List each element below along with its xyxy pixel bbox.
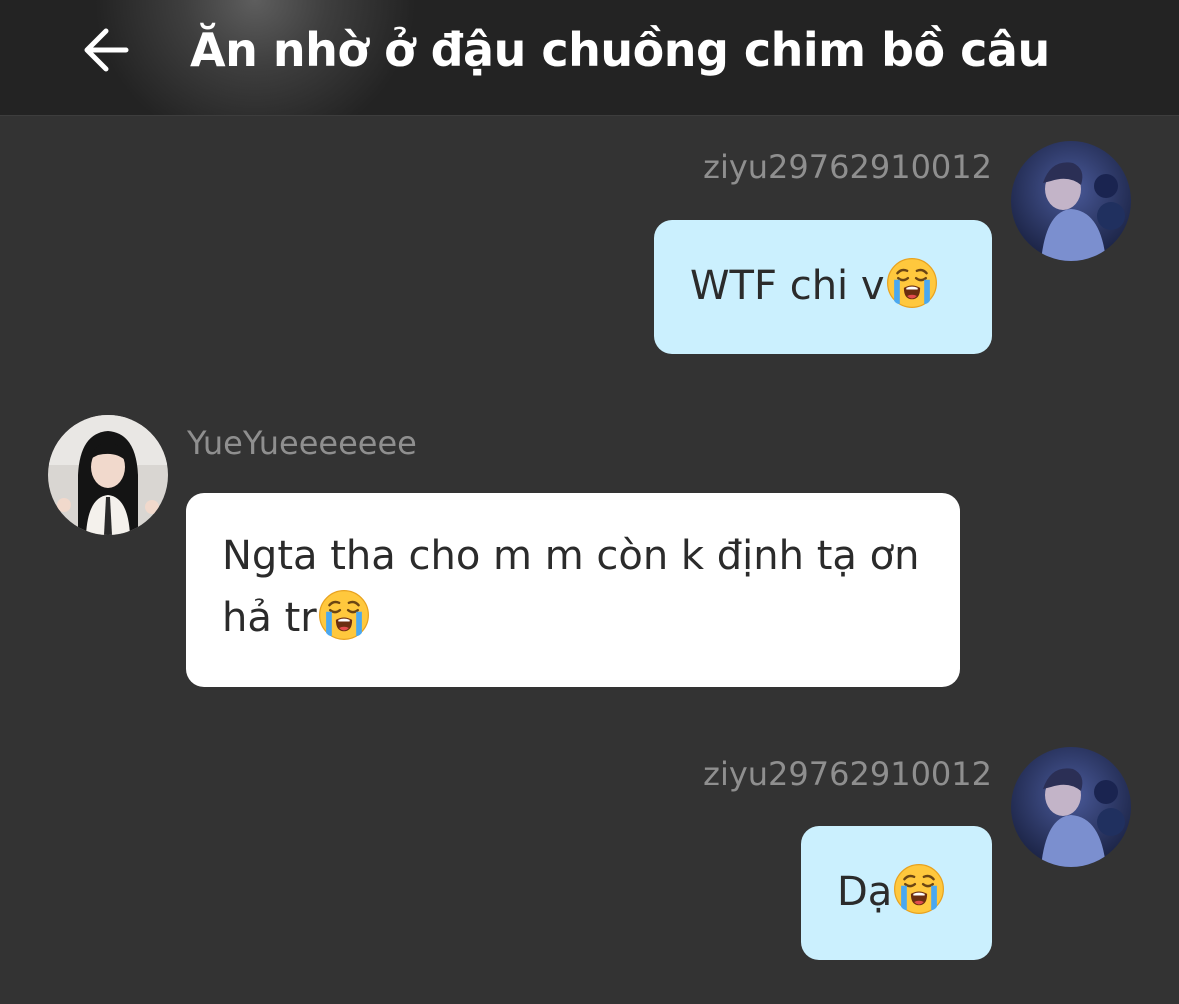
message-text: WTF chi v [690, 263, 885, 309]
message-bubble[interactable]: Ngta tha cho m m còn k định tạ ơn hả tr [186, 493, 960, 687]
loudly-crying-face-icon [886, 257, 938, 309]
user-avatar-image [1011, 747, 1131, 867]
chat-header: Ăn nhờ ở đậu chuồng chim bồ câu [0, 0, 1179, 116]
message-bubble[interactable]: Dạ [801, 826, 992, 960]
back-button[interactable] [78, 20, 138, 80]
loudly-crying-face-icon [318, 589, 370, 641]
sender-name: ziyu29762910012 [703, 755, 992, 793]
message-text: Dạ [837, 869, 893, 915]
back-arrow-icon [84, 28, 129, 72]
user-avatar-image [48, 415, 168, 535]
message-text-line: Ngta tha cho m m còn k định tạ ơn [222, 533, 920, 579]
message-text-line: hả tr [222, 595, 317, 641]
user-avatar-image [1011, 141, 1131, 261]
message-bubble[interactable]: WTF chi v [654, 220, 992, 354]
sender-name: YueYueeeeeee [187, 424, 417, 462]
avatar[interactable] [1011, 141, 1131, 261]
chat-title: Ăn nhờ ở đậu chuồng chim bồ câu [190, 23, 1050, 77]
avatar[interactable] [48, 415, 168, 535]
avatar[interactable] [1011, 747, 1131, 867]
sender-name: ziyu29762910012 [703, 148, 992, 186]
loudly-crying-face-icon [893, 863, 945, 915]
